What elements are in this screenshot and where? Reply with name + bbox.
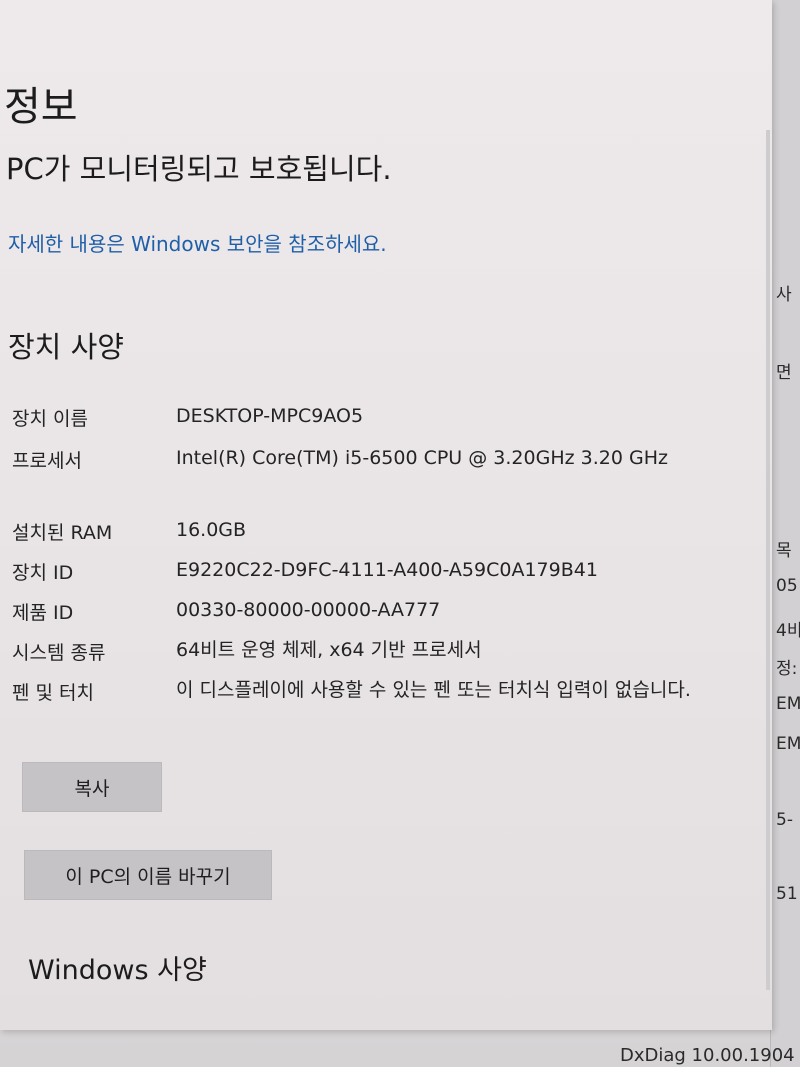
background-text-fragment: 5- [776,810,793,830]
background-text-fragment: 51 [776,884,798,904]
spec-value: DESKTOP-MPC9AO5 [176,405,364,427]
background-text-fragment: EM [776,734,800,754]
spec-value: 00330-80000-00000-AA777 [176,599,441,621]
rename-pc-button[interactable]: 이 PC의 이름 바꾸기 [24,850,272,900]
spec-label: 시스템 종류 [12,642,106,664]
spec-label: 제품 ID [12,602,74,624]
spec-label: 펜 및 터치 [12,682,94,704]
dxdiag-version-text: DxDiag 10.00.1904 [620,1045,795,1066]
background-text-fragment: EM [776,694,800,714]
background-text-fragment: 정: [776,659,798,679]
spec-value: 이 디스플레이에 사용할 수 있는 펜 또는 터치식 입력이 없습니다. [176,679,691,701]
spec-label: 설치된 RAM [12,522,113,544]
background-text-fragment: 면 [776,363,792,383]
background-text-fragment: 4비 [776,621,800,641]
spec-label: 장치 이름 [12,408,88,430]
page-title: 정보 [4,84,78,130]
about-settings-window: 정보 PC가 모니터링되고 보호됩니다. 자세한 내용은 Windows 보안을… [0,0,772,1030]
protection-status: PC가 모니터링되고 보호됩니다. [6,152,392,186]
scrollbar[interactable] [766,130,770,990]
windows-security-link[interactable]: 자세한 내용은 Windows 보안을 참조하세요. [8,228,387,257]
spec-value: 16.0GB [176,519,247,541]
background-text-fragment: 목 [776,541,792,561]
spec-label: 프로세서 [12,450,82,472]
spec-label: 장치 ID [12,562,74,584]
windows-specs-title: Windows 사양 [28,955,207,986]
device-specs-title: 장치 사양 [8,330,124,364]
background-text-fragment: 사 [776,285,792,305]
background-text-fragment: 05 [776,576,798,596]
spec-value: E9220C22-D9FC-4111-A400-A59C0A179B41 [176,559,598,581]
background-window [770,0,800,1067]
screen: 사 면 목 05 4비 정: EM EM 5- 51 정보 PC가 모니터링되고… [0,0,800,1067]
copy-button[interactable]: 복사 [22,762,162,812]
spec-value: Intel(R) Core(TM) i5-6500 CPU @ 3.20GHz … [176,447,668,469]
spec-value: 64비트 운영 체제, x64 기반 프로세서 [176,639,482,661]
